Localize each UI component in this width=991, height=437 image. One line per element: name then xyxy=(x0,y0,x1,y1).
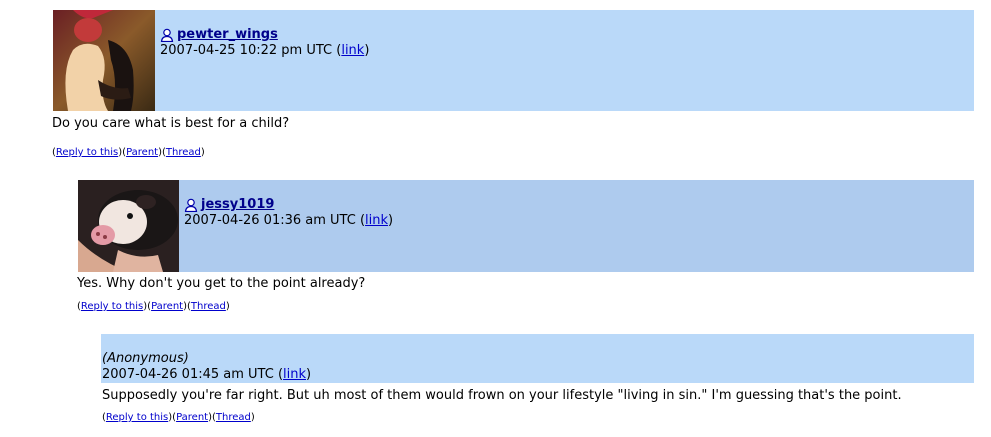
timestamp-text: 2007-04-26 01:45 am UTC xyxy=(102,367,274,382)
thread-link[interactable]: Thread xyxy=(216,412,251,423)
permalink[interactable]: link xyxy=(283,367,306,382)
comment-body: Supposedly you're far right. But uh most… xyxy=(102,388,902,403)
parent-link[interactable]: Parent xyxy=(176,412,208,423)
comment-3: (Anonymous) 2007-04-26 01:45 am UTC (lin… xyxy=(0,0,991,437)
comment-header: (Anonymous) 2007-04-26 01:45 am UTC (lin… xyxy=(101,334,974,383)
reply-link[interactable]: Reply to this xyxy=(106,412,168,423)
comment-timestamp: 2007-04-26 01:45 am UTC (link) xyxy=(102,367,312,382)
anonymous-author: (Anonymous) xyxy=(102,351,189,366)
comment-actions: (Reply to this)(Parent)(Thread) xyxy=(102,412,255,423)
